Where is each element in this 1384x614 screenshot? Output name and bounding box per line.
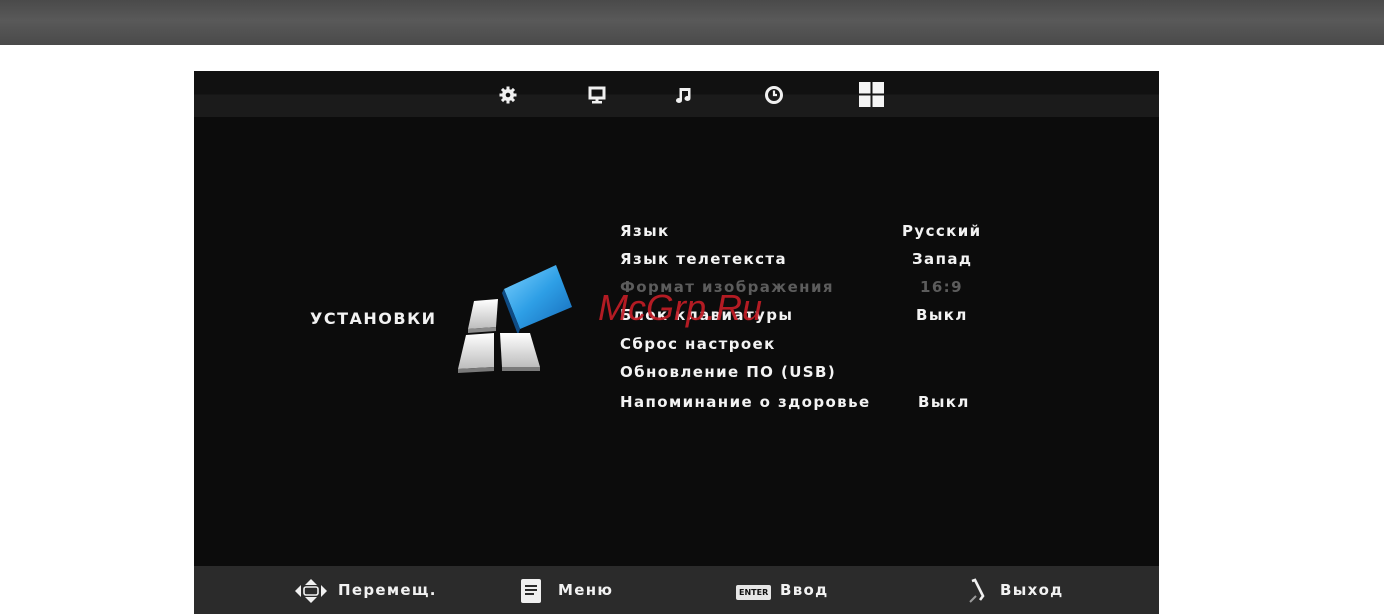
menu-item-value: Выкл [918, 393, 970, 411]
menu-item-label: Язык телетекста [620, 250, 788, 268]
menu-item-value: Запад [912, 250, 973, 268]
clock-icon[interactable] [762, 83, 786, 107]
menu-icon [520, 578, 542, 608]
menu-item-software-update[interactable]: Обновление ПО (USB) [620, 363, 1000, 387]
section-title: УСТАНОВКИ [310, 309, 437, 328]
enter-badge: ENTER [736, 585, 772, 600]
watermark: McGrp.Ru [598, 287, 763, 328]
enter-icon: ENTER [736, 581, 772, 600]
music-note-icon[interactable] [672, 83, 696, 107]
menu-item-factory-reset[interactable]: Сброс настроек [620, 335, 1000, 359]
menu-item-label: Обновление ПО (USB) [620, 363, 837, 381]
menu-item-label: Сброс настроек [620, 335, 776, 353]
menu-item-value: 16:9 [920, 278, 963, 296]
footer-hint-bar: Перемещ. Меню ENTER Ввод Выход [194, 566, 1159, 614]
menu-item-label: Напоминание о здоровье [620, 393, 871, 411]
top-band [0, 0, 1384, 45]
monitor-icon[interactable] [585, 83, 609, 107]
menu-item-value: Выкл [916, 306, 968, 324]
grid-icon[interactable] [858, 81, 885, 108]
setup-grid-graphic [448, 259, 578, 379]
menu-item-health-reminder[interactable]: Напоминание о здоровье Выкл [620, 393, 1000, 417]
footer-enter-label: Ввод [780, 581, 829, 599]
arrows-icon [294, 578, 328, 608]
footer-move-label: Перемещ. [338, 581, 437, 599]
footer-menu-label: Меню [558, 581, 614, 599]
footer-exit-label: Выход [1000, 581, 1064, 599]
gear-icon[interactable] [496, 83, 520, 107]
tab-bar [194, 71, 1159, 117]
menu-item-language[interactable]: Язык Русский [620, 222, 1000, 246]
menu-item-teletext-language[interactable]: Язык телетекста Запад [620, 250, 1000, 274]
menu-item-value: Русский [902, 222, 982, 240]
exit-icon [966, 578, 988, 608]
menu-item-label: Язык [620, 222, 670, 240]
tv-screen: УСТАНОВКИ Язык Русский Язык телетекста З… [194, 71, 1159, 614]
